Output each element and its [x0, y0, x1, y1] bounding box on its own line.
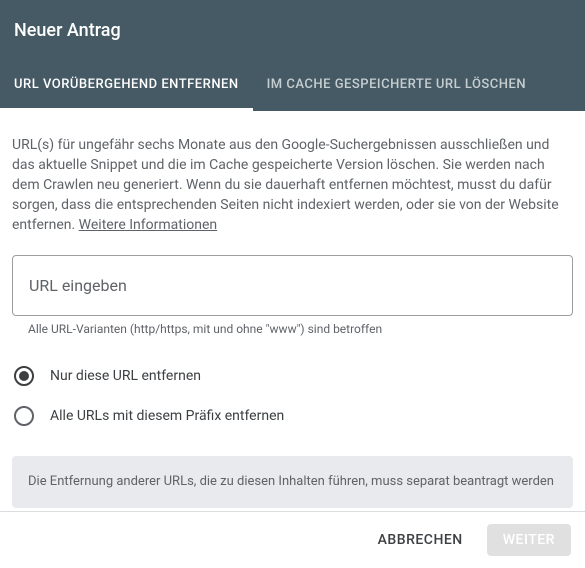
info-box: Die Entfernung anderer URLs, die zu dies…	[12, 456, 573, 508]
dialog-footer: ABBRECHEN WEITER	[0, 511, 585, 568]
cancel-button[interactable]: ABBRECHEN	[362, 524, 479, 556]
dialog-title: Neuer Antrag	[14, 20, 571, 41]
next-button[interactable]: WEITER	[487, 524, 571, 556]
url-input[interactable]	[29, 260, 556, 311]
radio-prefix-urls[interactable]: Alle URLs mit diesem Präfix entfernen	[12, 396, 573, 436]
radio-dot	[19, 371, 29, 381]
radio-label: Alle URLs mit diesem Präfix entfernen	[50, 408, 284, 424]
radio-group: Nur diese URL entfernen Alle URLs mit di…	[12, 356, 573, 436]
description-text: URL(s) für ungefähr sechs Monate aus den…	[12, 135, 573, 235]
more-info-link[interactable]: Weitere Informationen	[79, 217, 217, 233]
radio-icon	[14, 406, 34, 426]
dialog-content: URL(s) für ungefähr sechs Monate aus den…	[0, 111, 585, 520]
radio-label: Nur diese URL entfernen	[50, 368, 201, 384]
url-input-wrapper	[12, 255, 573, 316]
tab-bar: URL VORÜBERGEHEND ENTFERNEN IM CACHE GES…	[0, 61, 585, 111]
tab-temporary-remove[interactable]: URL VORÜBERGEHEND ENTFERNEN	[0, 61, 253, 111]
tab-cached-remove[interactable]: IM CACHE GESPEICHERTE URL LÖSCHEN	[253, 61, 540, 111]
radio-icon	[14, 366, 34, 386]
dialog-header: Neuer Antrag	[0, 0, 585, 61]
radio-only-this-url[interactable]: Nur diese URL entfernen	[12, 356, 573, 396]
url-helper-text: Alle URL-Varianten (http/https, mit und …	[12, 322, 573, 336]
